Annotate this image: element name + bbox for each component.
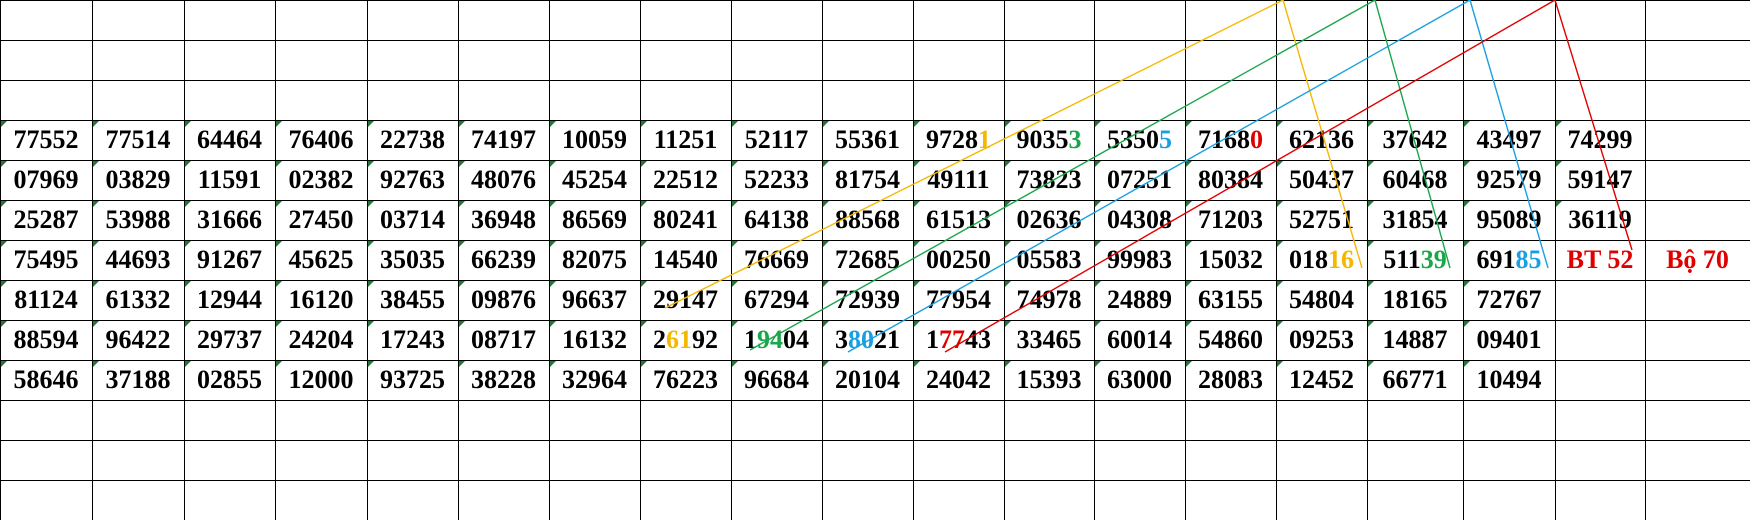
connector-line — [944, 0, 1556, 353]
connector-line — [664, 0, 1284, 309]
spreadsheet: 77552 77514 64464 76406 22738 74197 10059 11251… — [0, 0, 1750, 520]
connector-line — [1554, 0, 1633, 251]
connector-line — [1469, 0, 1549, 269]
connector-line — [1374, 0, 1451, 269]
connector-line — [847, 0, 1471, 353]
connector-line — [749, 0, 1376, 351]
connector-lines — [664, 0, 1633, 353]
